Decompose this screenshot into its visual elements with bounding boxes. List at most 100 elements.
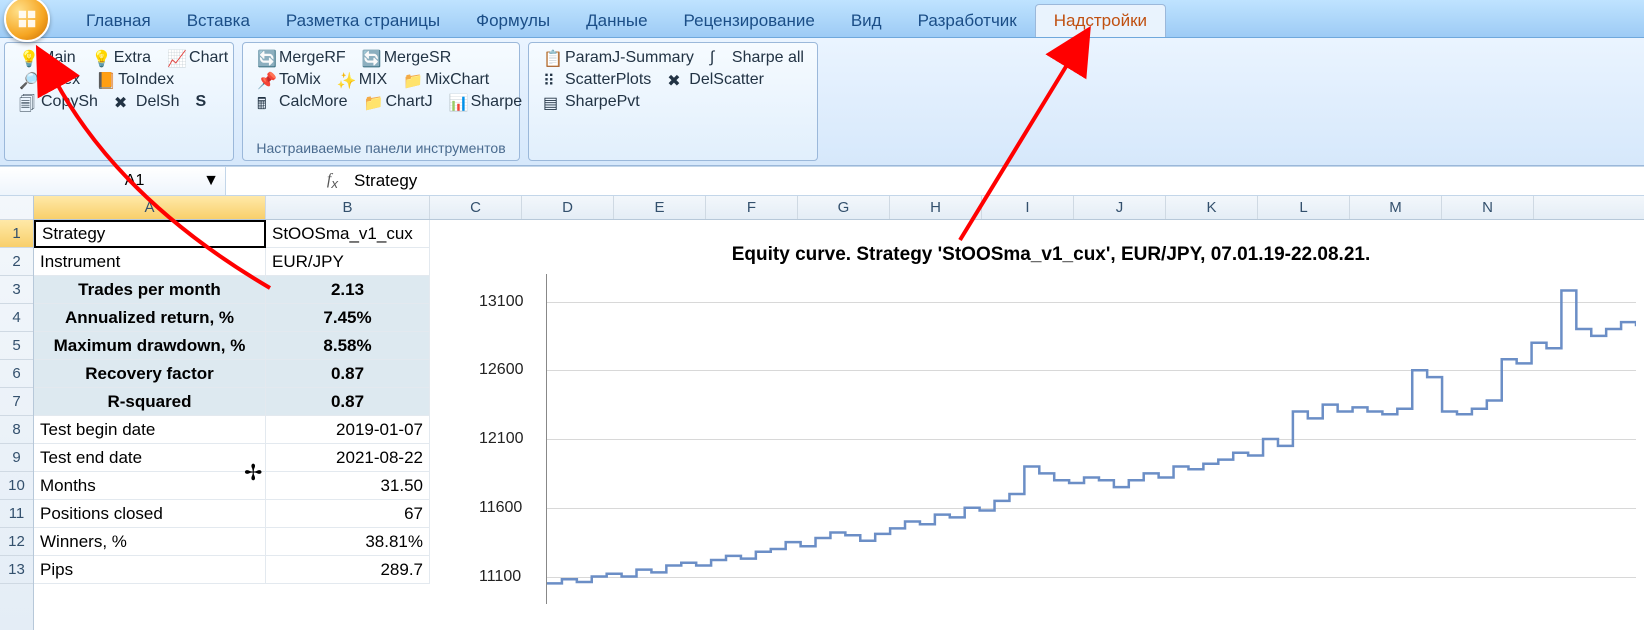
cell[interactable]: 2021-08-22 bbox=[266, 444, 430, 472]
btn-sharpeall[interactable]: ∫Sharpe all bbox=[702, 47, 812, 69]
col-header-N[interactable]: N bbox=[1442, 196, 1534, 219]
ribbon-group-1: 💡Main 💡Extra 📈Chart 🔎Index 📙ToIndex 🗐Cop… bbox=[4, 42, 234, 161]
tab-data[interactable]: Данные bbox=[568, 5, 665, 37]
cell[interactable]: Winners, % bbox=[34, 528, 266, 556]
tab-pagelayout[interactable]: Разметка страницы bbox=[268, 5, 458, 37]
cell[interactable]: 31.50 bbox=[266, 472, 430, 500]
row-header[interactable]: 13 bbox=[0, 556, 33, 584]
cell[interactable]: Test end date bbox=[34, 444, 266, 472]
btn-main[interactable]: 💡Main bbox=[11, 47, 84, 69]
cell[interactable]: 67 bbox=[266, 500, 430, 528]
btn-mix[interactable]: ✨MIX bbox=[329, 69, 395, 91]
office-icon bbox=[16, 8, 38, 30]
select-all[interactable] bbox=[0, 196, 33, 220]
btn-tomix[interactable]: 📌ToMix bbox=[249, 69, 329, 91]
cell[interactable]: 2019-01-07 bbox=[266, 416, 430, 444]
cell[interactable]: 2.13 bbox=[266, 276, 430, 304]
btn-chart[interactable]: 📈Chart bbox=[159, 47, 236, 69]
col-header-G[interactable]: G bbox=[798, 196, 890, 219]
btn-s[interactable]: S bbox=[188, 91, 215, 113]
cell[interactable]: Test begin date bbox=[34, 416, 266, 444]
row-header[interactable]: 12 bbox=[0, 528, 33, 556]
cell[interactable]: 0.87 bbox=[266, 360, 430, 388]
tab-insert[interactable]: Вставка bbox=[169, 5, 268, 37]
row-header[interactable]: 5 bbox=[0, 332, 33, 360]
col-header-C[interactable]: C bbox=[430, 196, 522, 219]
tab-developer[interactable]: Разработчик bbox=[900, 5, 1035, 37]
name-box-input[interactable] bbox=[105, 172, 165, 190]
col-header-B[interactable]: B bbox=[266, 196, 430, 219]
calc-icon: 🖩 bbox=[257, 93, 275, 111]
cell[interactable]: 0.87 bbox=[266, 388, 430, 416]
btn-extra[interactable]: 💡Extra bbox=[84, 47, 159, 69]
tab-view[interactable]: Вид bbox=[833, 5, 900, 37]
cell[interactable]: EUR/JPY bbox=[266, 248, 430, 276]
row-header[interactable]: 11 bbox=[0, 500, 33, 528]
col-header-F[interactable]: F bbox=[706, 196, 798, 219]
col-header-K[interactable]: K bbox=[1166, 196, 1258, 219]
tab-review[interactable]: Рецензирование bbox=[666, 5, 833, 37]
cell[interactable]: Trades per month bbox=[34, 276, 266, 304]
tab-formulas[interactable]: Формулы bbox=[458, 5, 568, 37]
row-header[interactable]: 10 bbox=[0, 472, 33, 500]
col-header-M[interactable]: M bbox=[1350, 196, 1442, 219]
col-header-D[interactable]: D bbox=[522, 196, 614, 219]
cell[interactable]: Instrument bbox=[34, 248, 266, 276]
office-button[interactable] bbox=[4, 0, 50, 42]
wand-icon: ✨ bbox=[337, 71, 355, 89]
col-header-J[interactable]: J bbox=[1074, 196, 1166, 219]
btn-delscatter[interactable]: ✖DelScatter bbox=[659, 69, 772, 91]
cell[interactable]: 7.45% bbox=[266, 304, 430, 332]
ribbon-group-3: 📋ParamJ-Summary ∫Sharpe all ⠿ScatterPlot… bbox=[528, 42, 818, 161]
btn-delsh[interactable]: ✖DelSh bbox=[106, 91, 188, 113]
btn-scatter[interactable]: ⠿ScatterPlots bbox=[535, 69, 659, 91]
btn-chartj[interactable]: 📁ChartJ bbox=[355, 91, 440, 113]
cell[interactable]: 38.81% bbox=[266, 528, 430, 556]
row-header[interactable]: 8 bbox=[0, 416, 33, 444]
row-header[interactable]: 9 bbox=[0, 444, 33, 472]
cell[interactable]: StOOSma_v1_cux bbox=[266, 220, 430, 248]
name-box[interactable]: ▼ bbox=[0, 167, 226, 195]
row-header[interactable]: 7 bbox=[0, 388, 33, 416]
row-header[interactable]: 4 bbox=[0, 304, 33, 332]
cell[interactable]: Pips bbox=[34, 556, 266, 584]
ribbon-tabstrip: Главная Вставка Разметка страницы Формул… bbox=[0, 0, 1644, 38]
cell[interactable]: Strategy bbox=[34, 220, 266, 248]
btn-mergerf[interactable]: 🔄MergeRF bbox=[249, 47, 354, 69]
cell[interactable]: Positions closed bbox=[34, 500, 266, 528]
cell[interactable]: 8.58% bbox=[266, 332, 430, 360]
cell[interactable]: Maximum drawdown, % bbox=[34, 332, 266, 360]
btn-sharpepvt[interactable]: ▤SharpePvt bbox=[535, 91, 648, 113]
btn-copysh[interactable]: 🗐CopySh bbox=[11, 91, 106, 113]
row-header[interactable]: 2 bbox=[0, 248, 33, 276]
btn-index[interactable]: 🔎Index bbox=[11, 69, 88, 91]
col-header-L[interactable]: L bbox=[1258, 196, 1350, 219]
cell[interactable]: Recovery factor bbox=[34, 360, 266, 388]
dropdown-icon[interactable]: ▼ bbox=[203, 172, 219, 190]
btn-mergesr[interactable]: 🔄MergeSR bbox=[354, 47, 460, 69]
btn-sharpe[interactable]: 📊Sharpe bbox=[441, 91, 531, 113]
tab-home[interactable]: Главная bbox=[68, 5, 169, 37]
row-header[interactable]: 3 bbox=[0, 276, 33, 304]
row-header[interactable]: 6 bbox=[0, 360, 33, 388]
btn-toindex[interactable]: 📙ToIndex bbox=[88, 69, 182, 91]
bulb-icon: 💡 bbox=[92, 49, 110, 67]
lbl: MIX bbox=[359, 71, 387, 89]
btn-paramj[interactable]: 📋ParamJ-Summary bbox=[535, 47, 702, 69]
btn-calcmore[interactable]: 🖩CalcMore bbox=[249, 91, 355, 113]
fx-label[interactable]: fx bbox=[226, 167, 346, 195]
tab-addins[interactable]: Надстройки bbox=[1035, 4, 1166, 37]
btn-mixchart[interactable]: 📁MixChart bbox=[395, 69, 497, 91]
col-header-E[interactable]: E bbox=[614, 196, 706, 219]
cell[interactable]: Annualized return, % bbox=[34, 304, 266, 332]
cell[interactable]: R-squared bbox=[34, 388, 266, 416]
lbl: MixChart bbox=[425, 71, 489, 89]
formula-input[interactable]: Strategy bbox=[346, 167, 1644, 195]
equity-chart: Equity curve. Strategy 'StOOSma_v1_cux',… bbox=[466, 236, 1636, 628]
col-header-H[interactable]: H bbox=[890, 196, 982, 219]
row-header[interactable]: 1 bbox=[0, 220, 33, 248]
cell[interactable]: Months bbox=[34, 472, 266, 500]
cell[interactable]: 289.7 bbox=[266, 556, 430, 584]
col-header-I[interactable]: I bbox=[982, 196, 1074, 219]
col-header-A[interactable]: A bbox=[34, 196, 266, 219]
